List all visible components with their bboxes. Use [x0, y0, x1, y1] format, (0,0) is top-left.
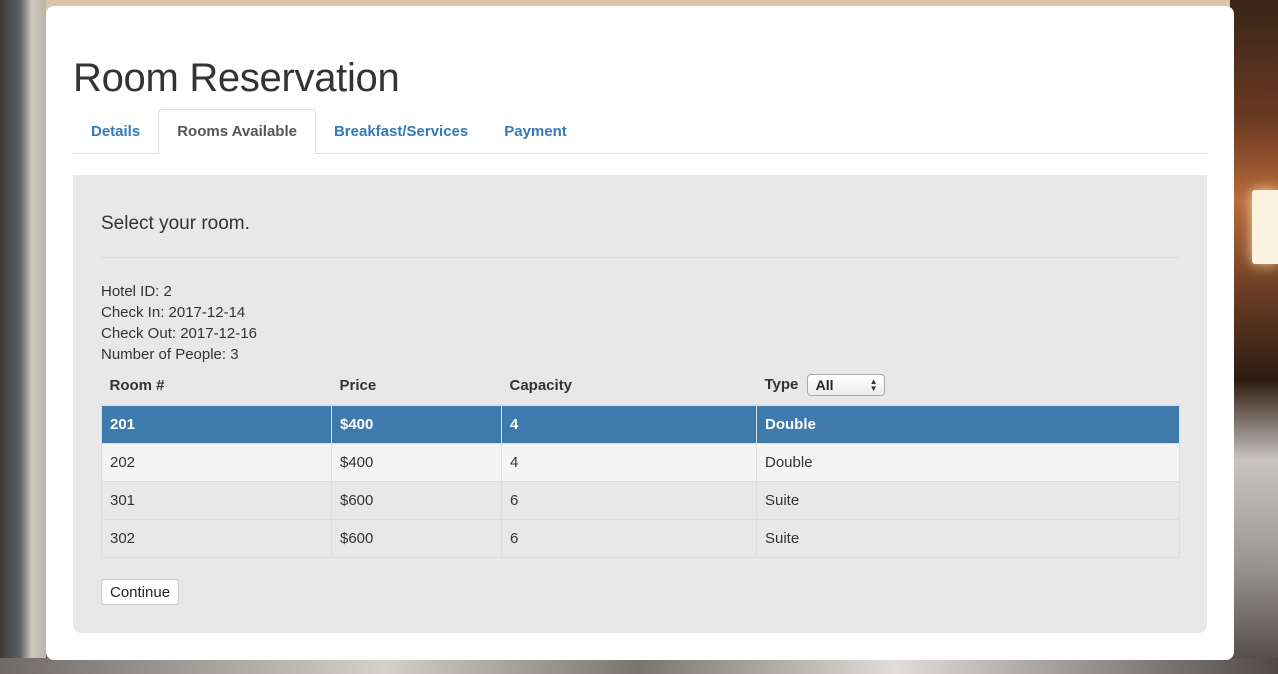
check-in-text: Check In: 2017-12-14: [101, 304, 246, 321]
tab-details[interactable]: Details: [73, 109, 158, 153]
cell-type: Suite: [756, 481, 1180, 520]
page-title: Room Reservation: [73, 56, 400, 100]
cell-capacity: 4: [501, 443, 757, 482]
cell-type: Suite: [756, 519, 1180, 558]
background-floor: [0, 658, 1278, 674]
check-out-text: Check Out: 2017-12-16: [101, 325, 257, 342]
type-filter-value: All: [815, 377, 834, 393]
cell-price: $600: [331, 481, 502, 520]
cell-capacity: 6: [501, 481, 757, 520]
header-room: Room #: [101, 366, 332, 406]
cell-type: Double: [756, 443, 1180, 482]
type-filter-select[interactable]: All ▲ ▼: [806, 374, 885, 396]
table-row[interactable]: 201 $400 4 Double: [101, 404, 1180, 444]
cell-room: 302: [101, 519, 332, 558]
cell-price: $400: [331, 443, 502, 482]
table-row[interactable]: 202 $400 4 Double: [101, 443, 1180, 482]
cell-type: Double: [756, 404, 1180, 444]
booking-info: Hotel ID: 2 Check In: 2017-12-14 Check O…: [101, 281, 257, 365]
up-down-arrows-icon: ▲ ▼: [869, 377, 878, 393]
people-count-text: Number of People: 3: [101, 346, 239, 363]
tab-breakfast-services[interactable]: Breakfast/Services: [316, 109, 486, 153]
cell-room: 301: [101, 481, 332, 520]
background-wall: [1230, 0, 1278, 674]
reservation-panel: Room Reservation Details Rooms Available…: [46, 6, 1234, 660]
cell-room: 202: [101, 443, 332, 482]
table-header-row: Room # Price Capacity Type All ▲ ▼: [101, 366, 1180, 406]
section-heading: Select your room.: [101, 213, 250, 234]
header-price: Price: [331, 366, 502, 406]
header-capacity: Capacity: [501, 366, 757, 406]
header-type: Type All ▲ ▼: [756, 366, 1180, 406]
cell-room: 201: [101, 404, 332, 444]
cell-price: $600: [331, 519, 502, 558]
table-row[interactable]: 301 $600 6 Suite: [101, 481, 1180, 520]
tab-payment[interactable]: Payment: [486, 109, 585, 153]
section-divider: [101, 257, 1179, 258]
reservation-tabs: Details Rooms Available Breakfast/Servic…: [73, 109, 1207, 154]
continue-button[interactable]: Continue: [101, 579, 180, 605]
hotel-id-text: Hotel ID: 2: [101, 283, 172, 300]
header-type-label: Type: [764, 375, 799, 393]
cell-price: $400: [331, 404, 502, 444]
cell-capacity: 6: [501, 519, 757, 558]
wall-lamp: [1252, 190, 1278, 264]
cell-capacity: 4: [501, 404, 757, 444]
tab-rooms-available[interactable]: Rooms Available: [158, 109, 316, 154]
table-row[interactable]: 302 $600 6 Suite: [101, 519, 1180, 558]
rooms-available-pane: Select your room. Hotel ID: 2 Check In: …: [73, 175, 1207, 633]
rooms-table: Room # Price Capacity Type All ▲ ▼ 201 $4: [101, 366, 1180, 558]
